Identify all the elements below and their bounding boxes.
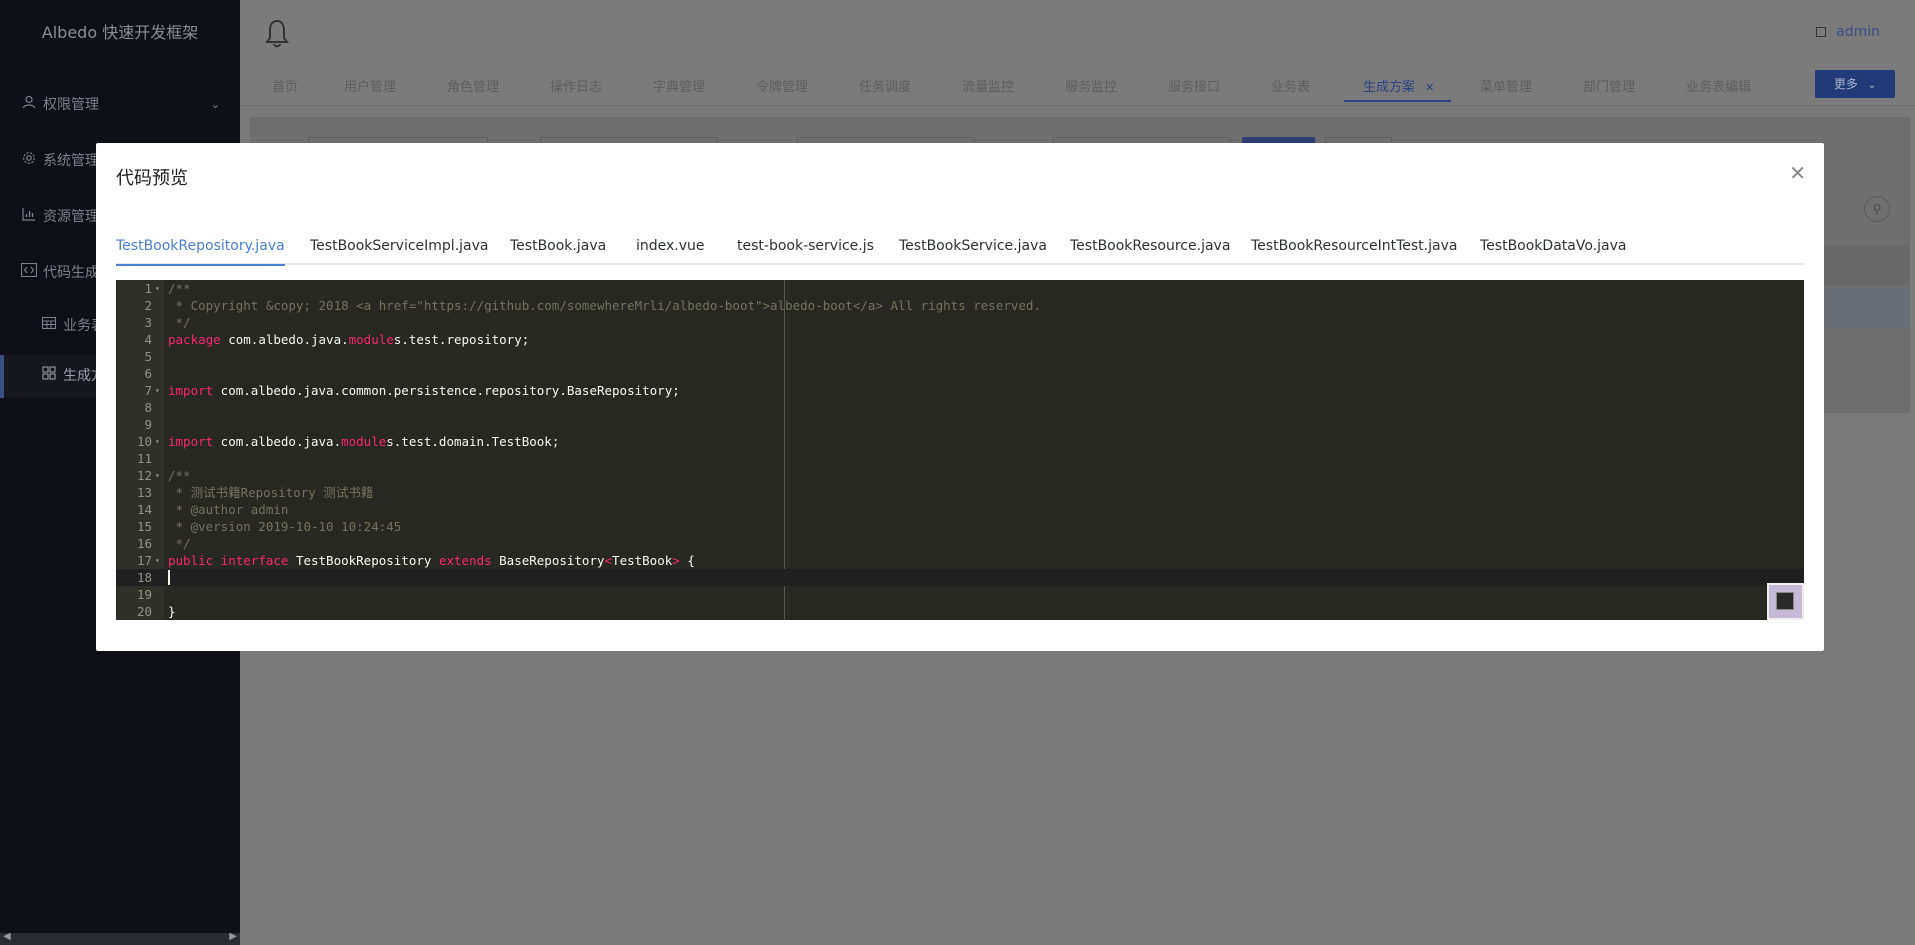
- code-line: 1 ▾/**: [144, 281, 191, 296]
- bar-chart-icon: [20, 197, 38, 237]
- code-line: 13 * 测试书籍Repository 测试书籍: [136, 485, 374, 500]
- dialog-title: 代码预览: [116, 168, 188, 189]
- nav-tab[interactable]: 部门管理: [1583, 76, 1635, 95]
- avatar: [1816, 27, 1827, 37]
- active-tab-underline: [116, 264, 285, 266]
- scroll-left-icon[interactable]: ◀: [3, 931, 11, 942]
- user-name: admin: [1836, 24, 1880, 40]
- chevron-down-icon: ⌄: [1867, 80, 1877, 91]
- nav-tab[interactable]: 用户管理: [344, 76, 396, 95]
- close-icon[interactable]: ✕: [1789, 161, 1806, 185]
- tab-testbookservice[interactable]: TestBookService.java: [899, 238, 1047, 254]
- tab-label: TestBookRepository.java: [116, 238, 285, 254]
- nav-tab[interactable]: 操作日志: [550, 76, 602, 95]
- scroll-right-icon[interactable]: ▶: [229, 931, 237, 942]
- code-line: 10 ▾ import com.albedo.java.modules.test.d…: [136, 434, 560, 449]
- code-line: 16 */: [136, 536, 191, 551]
- tab-testbookdatavo[interactable]: TestBookDataVo.java: [1480, 238, 1626, 254]
- nav-tab[interactable]: 字典管理: [653, 76, 705, 95]
- tab-testbookresource[interactable]: TestBookResource.java: [1070, 238, 1230, 254]
- nav-tab[interactable]: 任务调度: [859, 76, 911, 95]
- tab-index-vue[interactable]: index.vue: [636, 238, 705, 254]
- fold-icon: ▾: [155, 386, 160, 395]
- more-button-label: 更多: [1833, 77, 1858, 91]
- top-header: admin: [240, 0, 1915, 66]
- code-line: 12 ▾/**: [136, 468, 191, 483]
- code-line: 9: [144, 417, 152, 432]
- code-line: 20}: [136, 604, 176, 619]
- fold-icon: ▾: [155, 437, 160, 446]
- resize-handle[interactable]: [1767, 583, 1804, 620]
- more-button[interactable]: 更多 ⌄: [1815, 70, 1895, 98]
- tab-testbook[interactable]: TestBook.java: [510, 238, 606, 254]
- fold-icon: ▾: [155, 471, 160, 480]
- chevron-down-icon: ⌄: [210, 98, 220, 111]
- sidebar-item-label: 代码生成: [43, 265, 99, 281]
- code-line: 7 ▾ import com.albedo.java.common.persiste…: [144, 383, 680, 398]
- code-line: 15 * @version 2019-10-10 10:24:45: [136, 519, 402, 534]
- code-line: 3 */: [144, 315, 191, 330]
- code-line: 11: [136, 451, 152, 466]
- nav-tab[interactable]: 菜单管理: [1480, 76, 1532, 95]
- code-line: 5: [144, 349, 152, 364]
- nav-tab[interactable]: 角色管理: [447, 76, 499, 95]
- tab-test-book-service-js[interactable]: test-book-service.js: [737, 238, 874, 254]
- brand-title: Albedo 快速开发框架: [41, 23, 199, 42]
- sidebar-scrollbar[interactable]: ◀ ▶: [0, 931, 240, 945]
- code-preview-dialog: 代码预览 ✕ TestBookRepository.java TestBookS…: [96, 143, 1824, 651]
- code-line: 6: [144, 366, 152, 381]
- nav-tab[interactable]: 服务接口: [1168, 76, 1220, 95]
- grid-icon: [40, 355, 58, 398]
- nav-tab[interactable]: 服务监控: [1065, 76, 1117, 95]
- bell-icon[interactable]: [264, 18, 290, 48]
- code-file-tabs: TestBookRepository.java TestBookServiceI…: [116, 233, 1804, 266]
- nav-tab[interactable]: 流量监控: [962, 76, 1014, 95]
- tab-testbookserviceimpl[interactable]: TestBookServiceImpl.java: [310, 238, 488, 254]
- close-icon[interactable]: ✕: [1425, 81, 1434, 94]
- user-icon: [20, 85, 38, 125]
- nav-tab-active[interactable]: 生成方案 ✕: [1344, 76, 1452, 102]
- nav-tab[interactable]: 首页: [272, 76, 298, 95]
- active-tab-underline: [1344, 100, 1452, 102]
- fold-icon: ▾: [155, 284, 160, 293]
- gear-icon: [20, 141, 38, 181]
- fold-icon: ▾: [155, 556, 160, 565]
- user-menu[interactable]: admin: [1816, 24, 1880, 40]
- nav-tab[interactable]: 业务表: [1271, 76, 1310, 95]
- text-cursor: [168, 570, 170, 585]
- tab-testbookresourceinttest[interactable]: TestBookResourceIntTest.java: [1251, 238, 1457, 254]
- code-line-current: 18: [116, 569, 1804, 586]
- table-icon: [40, 306, 58, 346]
- sidebar-item-label: 权限管理: [43, 97, 99, 113]
- nav-tab-label: 生成方案: [1363, 80, 1416, 95]
- code-line: 17 ▾ public interface TestBookRepository e…: [136, 553, 695, 568]
- code-line: 4 package com.albedo.java.modules.test.re…: [144, 332, 530, 347]
- nav-tab[interactable]: 令牌管理: [756, 76, 808, 95]
- code-icon: [20, 253, 38, 293]
- sidebar-item-label: 资源管理: [43, 209, 99, 225]
- nav-tabs-bar: 首页 用户管理 角色管理 操作日志 字典管理 令牌管理 任务调度 流量监控 服务…: [240, 66, 1915, 106]
- sidebar-item-permission[interactable]: 权限管理 ⌄: [0, 85, 240, 125]
- code-line: 19: [136, 587, 152, 602]
- sidebar-item-label: 系统管理: [43, 153, 99, 169]
- code-line: 8: [144, 400, 152, 415]
- square-icon: [1776, 592, 1794, 610]
- code-line: 14 * @author admin: [136, 502, 289, 517]
- code-line: 2 * Copyright &copy; 2018 <a href="https…: [144, 298, 1041, 313]
- search-icon[interactable]: ⚲: [1864, 196, 1890, 222]
- tab-testbookrepository[interactable]: TestBookRepository.java: [116, 238, 285, 266]
- code-editor[interactable]: 1 ▾/** 2 * Copyright &copy; 2018 <a href=…: [116, 280, 1804, 620]
- nav-tab[interactable]: 业务表编辑: [1686, 76, 1751, 95]
